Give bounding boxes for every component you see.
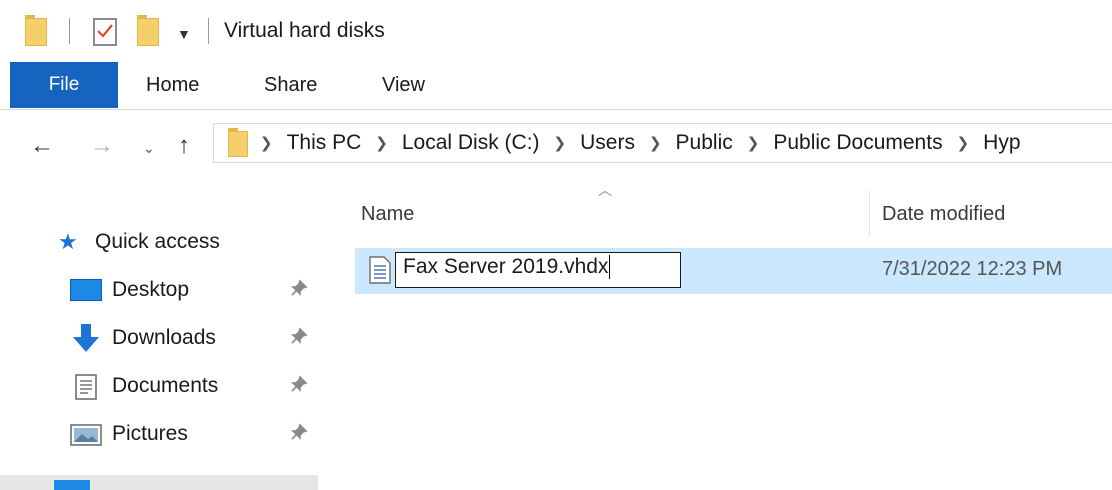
sidebar-item-this-pc-partial[interactable] bbox=[0, 475, 318, 490]
properties-icon[interactable] bbox=[93, 18, 117, 46]
sort-ascending-icon: ︿ bbox=[598, 182, 612, 198]
computer-icon bbox=[54, 480, 90, 490]
chevron-right-icon[interactable]: ❯ bbox=[554, 134, 567, 152]
pin-icon[interactable] bbox=[290, 375, 308, 398]
chevron-right-icon[interactable]: ❯ bbox=[957, 134, 970, 152]
customize-toolbar-chevron-icon[interactable]: ▼ bbox=[177, 26, 191, 42]
sidebar-item-label: Documents bbox=[112, 374, 219, 397]
text-caret bbox=[609, 255, 611, 280]
pin-icon[interactable] bbox=[290, 327, 308, 350]
title-bar: ▼ Virtual hard disks bbox=[0, 0, 1112, 62]
forward-arrow-icon[interactable]: → bbox=[90, 128, 114, 164]
chevron-right-icon: ❯ bbox=[260, 135, 273, 152]
vhdx-file-icon bbox=[369, 256, 391, 289]
folder-icon bbox=[25, 15, 47, 46]
pictures-icon bbox=[70, 424, 102, 452]
quick-access-label: Quick access bbox=[95, 230, 220, 253]
back-arrow-icon[interactable]: ← bbox=[30, 128, 54, 164]
file-date-modified: 7/31/2022 12:23 PM bbox=[882, 258, 1063, 280]
crumb-hyper-v[interactable]: Hyp bbox=[983, 131, 1020, 155]
documents-icon bbox=[75, 374, 97, 406]
pin-icon[interactable] bbox=[290, 423, 308, 446]
tab-view[interactable]: View bbox=[382, 62, 425, 108]
column-header-date[interactable]: Date modified bbox=[882, 192, 1005, 236]
sidebar-item-downloads[interactable]: Downloads bbox=[0, 318, 320, 358]
tab-file[interactable]: File bbox=[10, 62, 118, 108]
navigation-pane: ★ Quick access Desktop Downloads Documen… bbox=[0, 184, 330, 490]
crumb-local-disk[interactable]: Local Disk (C:) bbox=[402, 131, 540, 155]
rename-input[interactable]: Fax Server 2019.vhdx bbox=[395, 252, 681, 288]
file-name-text: Fax Server 2019.vhdx bbox=[403, 255, 609, 278]
divider bbox=[69, 18, 70, 44]
chevron-right-icon[interactable]: ❯ bbox=[649, 134, 662, 152]
divider bbox=[208, 18, 209, 44]
crumb-this-pc[interactable]: This PC bbox=[287, 131, 362, 155]
sidebar-item-pictures[interactable]: Pictures bbox=[0, 414, 320, 454]
address-bar[interactable]: ❯ This PC ❯ Local Disk (C:) ❯ Users ❯ Pu… bbox=[213, 123, 1112, 163]
sidebar-item-label: Downloads bbox=[112, 326, 216, 349]
downloads-icon bbox=[70, 322, 102, 360]
ribbon: File Home Share View bbox=[0, 62, 1112, 110]
sidebar-item-label: Desktop bbox=[112, 278, 190, 301]
quick-access[interactable]: ★ Quick access bbox=[0, 222, 320, 262]
chevron-right-icon[interactable]: ❯ bbox=[375, 134, 388, 152]
breadcrumb: ❯ This PC ❯ Local Disk (C:) ❯ Users ❯ Pu… bbox=[260, 124, 1021, 162]
folder-icon bbox=[228, 128, 248, 157]
column-header-name[interactable]: Name bbox=[361, 192, 414, 236]
tab-share[interactable]: Share bbox=[264, 62, 317, 108]
column-divider[interactable] bbox=[869, 190, 870, 236]
desktop-icon bbox=[70, 279, 102, 301]
sidebar-item-label: Pictures bbox=[112, 422, 188, 445]
sidebar-item-documents[interactable]: Documents bbox=[0, 366, 320, 406]
pin-icon[interactable] bbox=[290, 279, 308, 302]
crumb-public[interactable]: Public bbox=[676, 131, 733, 155]
chevron-right-icon[interactable]: ❯ bbox=[747, 134, 760, 152]
sidebar-item-desktop[interactable]: Desktop bbox=[0, 270, 320, 310]
tab-home[interactable]: Home bbox=[146, 62, 199, 108]
star-icon: ★ bbox=[58, 229, 78, 254]
recent-locations-chevron-icon[interactable]: ⌄ bbox=[143, 130, 155, 166]
up-arrow-icon[interactable]: ↑ bbox=[178, 128, 190, 164]
window-title: Virtual hard disks bbox=[224, 19, 385, 42]
crumb-users[interactable]: Users bbox=[580, 131, 635, 155]
new-folder-icon[interactable] bbox=[137, 15, 159, 46]
crumb-public-documents[interactable]: Public Documents bbox=[773, 131, 942, 155]
